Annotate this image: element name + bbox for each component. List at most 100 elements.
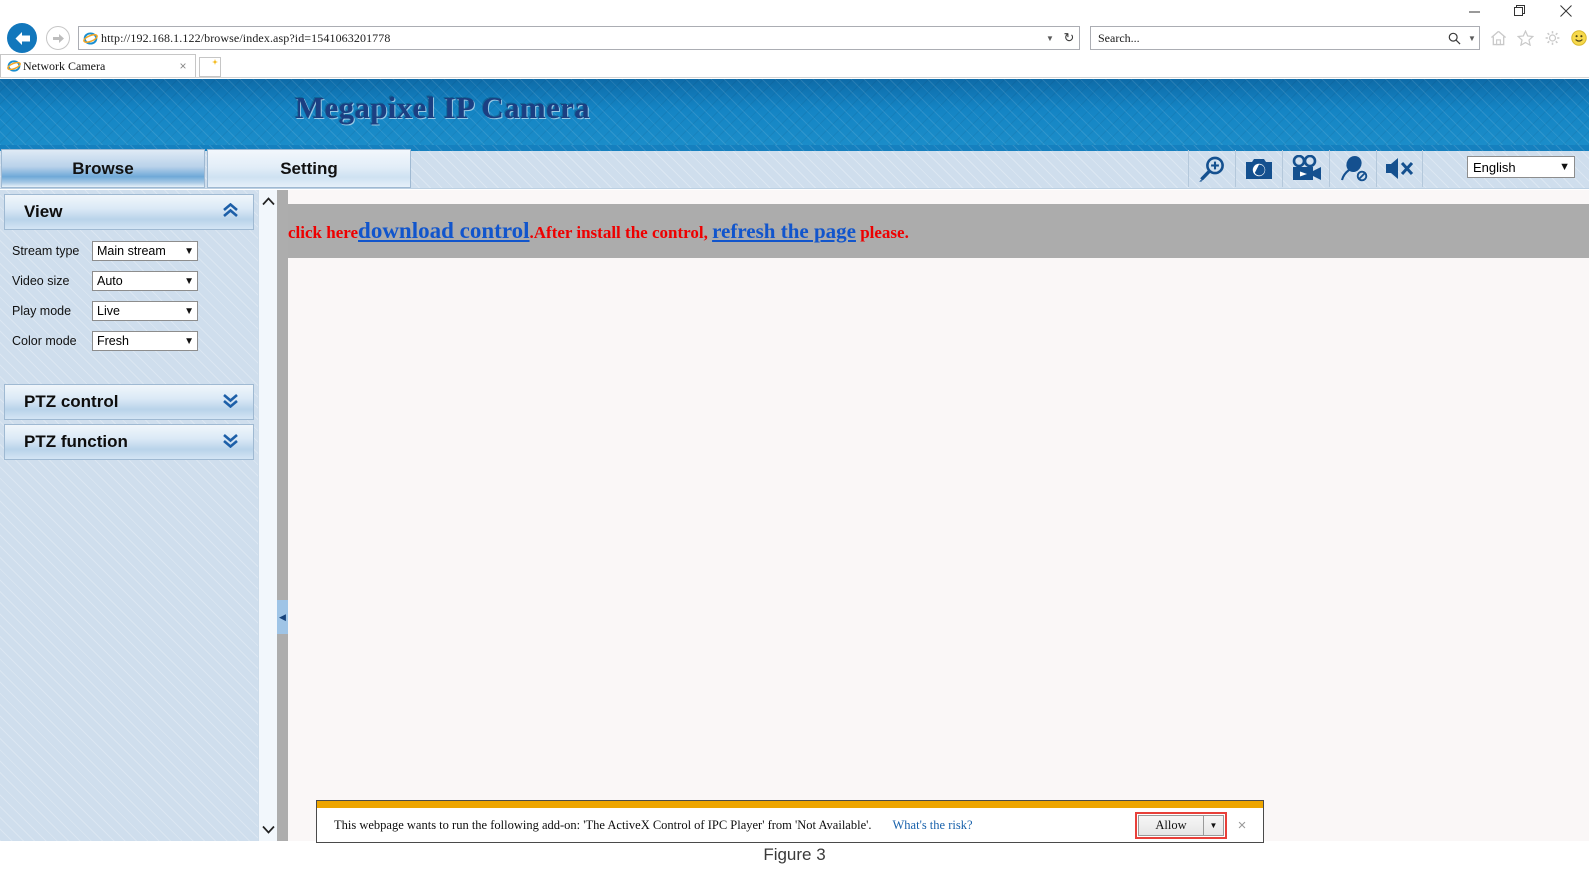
browser-tab[interactable]: Network Camera × (0, 54, 196, 77)
field-video-size-label: Video size (12, 274, 70, 288)
app-banner: Megapixel IP Camera (0, 79, 1589, 145)
activex-notice-strip: click heredownload control.After install… (288, 204, 1589, 258)
video-view-area: click heredownload control.After install… (288, 190, 1589, 841)
field-stream-type: Stream type Main stream ▼ (6, 236, 258, 266)
home-icon[interactable] (1488, 27, 1508, 49)
sidebar-section-view[interactable]: View (4, 194, 254, 230)
activex-notification-bar: This webpage wants to run the following … (316, 800, 1264, 843)
tab-setting-label: Setting (280, 158, 338, 178)
search-icon[interactable] (1443, 32, 1465, 45)
chevron-down-icon: ▼ (184, 305, 194, 317)
collapse-sidebar-handle[interactable]: ◀ (277, 600, 288, 634)
scroll-down-icon[interactable] (259, 820, 278, 839)
page-title: Megapixel IP Camera (295, 90, 590, 125)
field-color-mode: Color mode Fresh ▼ (6, 326, 258, 356)
allow-dropdown-icon[interactable]: ▼ (1204, 814, 1224, 836)
notification-accent-stripe (317, 801, 1263, 808)
new-tab-button[interactable] (199, 57, 221, 77)
scroll-up-icon[interactable] (259, 192, 278, 211)
tab-title: Network Camera (23, 58, 106, 73)
play-mode-value: Live (97, 304, 120, 318)
tab-strip: Network Camera × (0, 54, 1589, 78)
notice-part3: please. (855, 223, 909, 242)
activex-notice-text: click heredownload control.After install… (288, 218, 909, 244)
sidebar-section-ptz-function[interactable]: PTZ function (4, 424, 254, 460)
field-play-mode: Play mode Live ▼ (6, 296, 258, 326)
speaker-mute-icon[interactable] (1376, 150, 1423, 187)
search-input[interactable]: Search... (1091, 31, 1443, 46)
chevron-down-icon: ▼ (184, 335, 194, 347)
video-size-value: Auto (97, 274, 123, 288)
sidebar: View Stream type Main stream ▼ Video siz… (0, 190, 258, 841)
web-page: Megapixel IP Camera Browse Setting Engli… (0, 79, 1589, 841)
sidebar-section-ptz-function-label: PTZ function (24, 432, 128, 451)
color-mode-value: Fresh (97, 334, 129, 348)
video-size-select[interactable]: Auto ▼ (92, 271, 198, 291)
language-value: English (1473, 159, 1516, 175)
gear-icon[interactable] (1542, 27, 1562, 49)
field-play-mode-label: Play mode (12, 304, 72, 318)
navigation-bar: http://192.168.1.122/browse/index.asp?id… (0, 22, 1589, 54)
download-control-link[interactable]: download control (358, 218, 529, 243)
field-stream-type-label: Stream type (12, 244, 80, 258)
back-arrow-icon (7, 23, 37, 53)
allow-button-highlight: Allow ▼ (1135, 811, 1227, 839)
window-controls (1451, 0, 1589, 22)
figure-caption: Figure 3 (763, 845, 826, 864)
tab-browse[interactable]: Browse (1, 149, 205, 188)
notification-message: This webpage wants to run the following … (334, 817, 872, 832)
back-button[interactable] (3, 23, 41, 53)
zoom-in-icon[interactable] (1188, 150, 1235, 187)
refresh-page-link[interactable]: refresh the page (712, 219, 856, 243)
browser-window: http://192.168.1.122/browse/index.asp?id… (0, 0, 1589, 895)
url-text: http://192.168.1.122/browse/index.asp?id… (101, 30, 391, 45)
chevron-down-icon: ▼ (184, 245, 194, 257)
chevron-down-icon: ▼ (184, 275, 194, 287)
notice-part2: .After install the control, (529, 223, 713, 242)
play-mode-select[interactable]: Live ▼ (92, 301, 198, 321)
chevron-up-icon (222, 202, 239, 221)
app-menubar: Browse Setting English ▼ (0, 145, 1589, 189)
close-icon[interactable] (1543, 0, 1589, 22)
internet-explorer-icon (79, 31, 101, 46)
panel-splitter[interactable]: ◀ (277, 190, 288, 841)
forward-arrow-icon (46, 26, 70, 50)
notification-content: This webpage wants to run the following … (317, 808, 1263, 842)
refresh-icon[interactable]: ↻ (1059, 27, 1079, 49)
allow-button[interactable]: Allow (1138, 814, 1204, 836)
restore-icon[interactable] (1497, 0, 1543, 22)
address-bar[interactable]: http://192.168.1.122/browse/index.asp?id… (78, 26, 1080, 50)
forward-button[interactable] (43, 23, 73, 53)
chevron-down-icon (222, 433, 239, 451)
search-box[interactable]: Search... ▼ (1090, 26, 1480, 50)
sidebar-scrollbar[interactable] (258, 190, 277, 841)
tab-close-icon[interactable]: × (175, 59, 191, 73)
language-select[interactable]: English ▼ (1467, 156, 1575, 178)
title-bar (0, 0, 1589, 22)
whats-the-risk-link[interactable]: What's the risk? (893, 818, 973, 833)
browser-toolbar (1488, 27, 1589, 49)
tab-setting[interactable]: Setting (207, 149, 411, 188)
sidebar-section-ptz-control-label: PTZ control (24, 392, 119, 411)
app-toolbar (1188, 150, 1423, 187)
chevron-down-icon[interactable]: ▼ (1465, 34, 1479, 43)
notice-part1: click here (288, 223, 359, 242)
stream-type-value: Main stream (97, 244, 166, 258)
record-video-icon[interactable] (1282, 150, 1329, 187)
chevron-down-icon: ▼ (1559, 161, 1570, 173)
field-color-mode-label: Color mode (12, 334, 77, 348)
smiley-feedback-icon[interactable] (1569, 27, 1589, 49)
color-mode-select[interactable]: Fresh ▼ (92, 331, 198, 351)
tab-browse-label: Browse (72, 158, 134, 178)
field-video-size: Video size Auto ▼ (6, 266, 258, 296)
minimize-icon[interactable] (1451, 0, 1497, 22)
sidebar-section-ptz-control[interactable]: PTZ control (4, 384, 254, 420)
chevron-down-icon[interactable]: ▼ (1041, 27, 1059, 49)
microphone-off-icon[interactable] (1329, 150, 1376, 187)
snapshot-camera-icon[interactable] (1235, 150, 1282, 187)
view-settings-body: Stream type Main stream ▼ Video size Aut… (0, 230, 258, 364)
chevron-down-icon (222, 393, 239, 411)
stream-type-select[interactable]: Main stream ▼ (92, 241, 198, 261)
favorites-star-icon[interactable] (1515, 27, 1535, 49)
notification-close-icon[interactable]: × (1227, 817, 1257, 834)
